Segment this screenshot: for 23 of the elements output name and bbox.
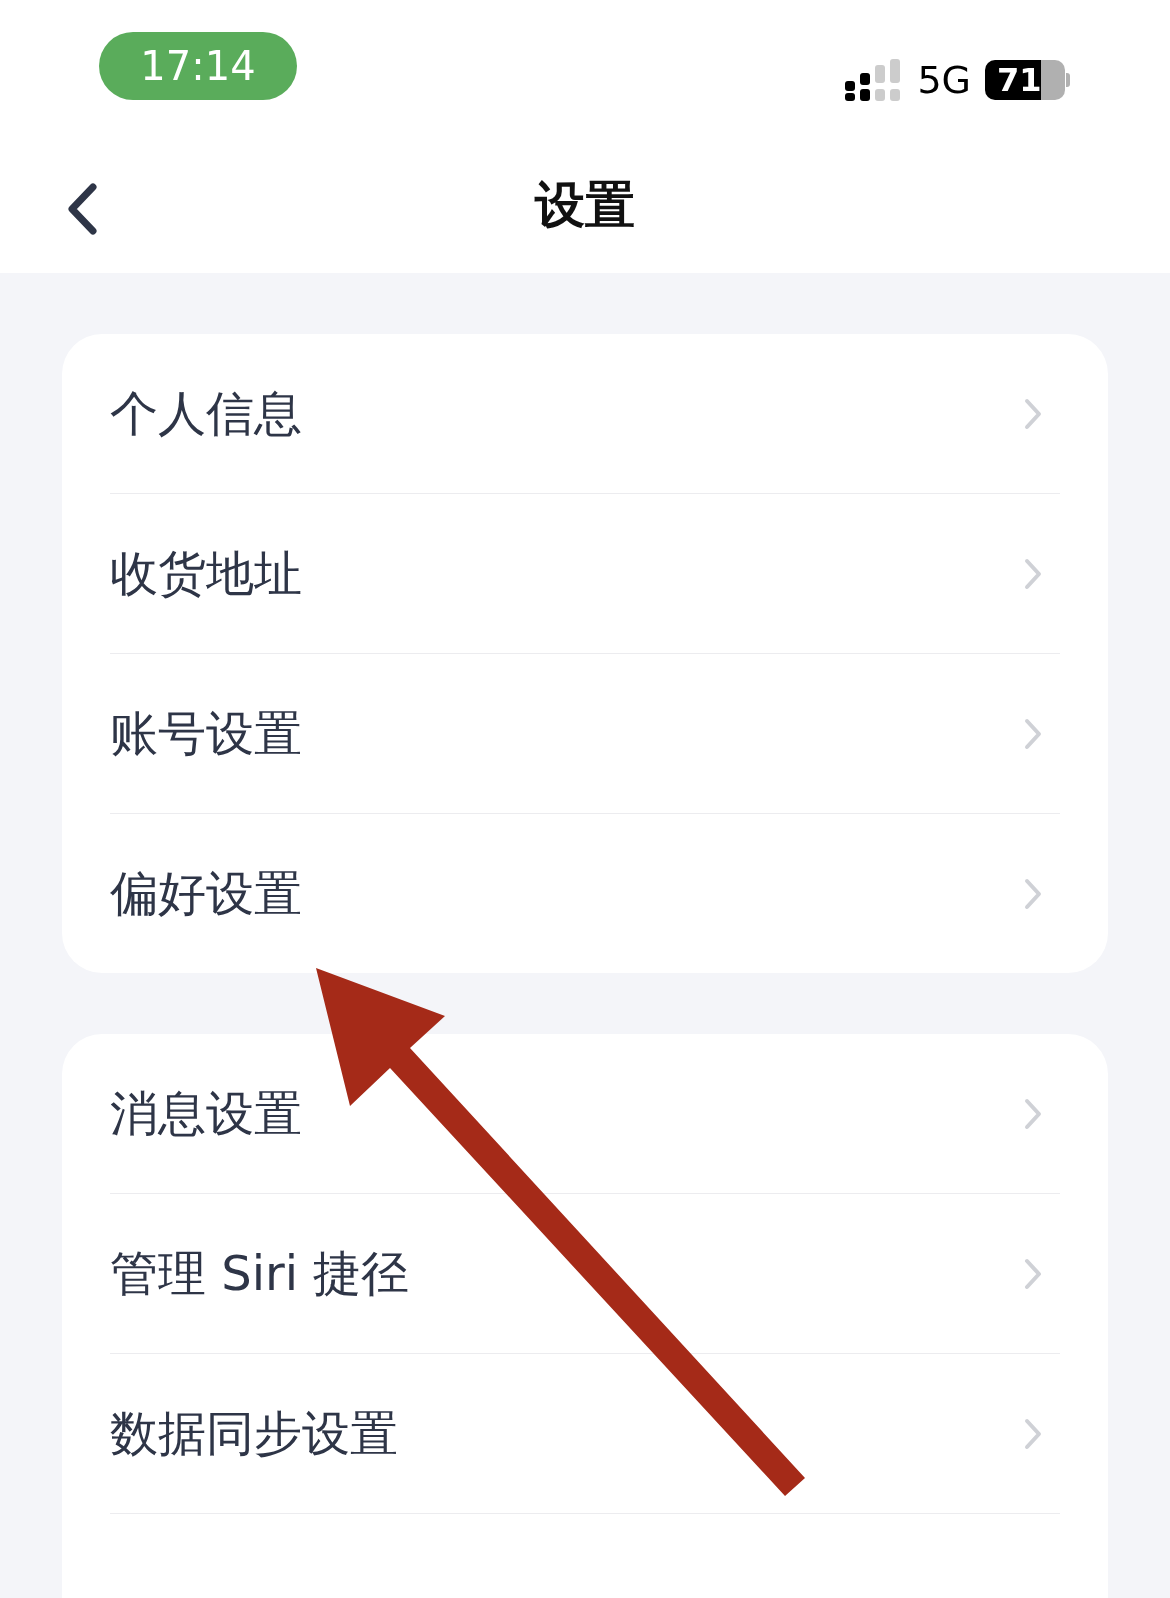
row-label: 账号设置 [110, 703, 302, 763]
settings-row[interactable]: 个人信息 [110, 334, 1060, 494]
row-label: 个人信息 [110, 383, 302, 443]
settings-row[interactable]: 偏好设置 [110, 814, 1060, 973]
battery-indicator: 71 [985, 60, 1065, 100]
row-label: 偏好设置 [110, 863, 302, 923]
chevron-icon [1024, 397, 1042, 430]
settings-row[interactable]: 收货地址 [110, 494, 1060, 654]
status-time: 17:14 [99, 32, 297, 100]
chevron-icon [1024, 717, 1042, 750]
chevron-icon [1024, 1257, 1042, 1290]
chevron-icon [1024, 1097, 1042, 1130]
page-title: 设置 [535, 174, 635, 236]
settings-row[interactable]: 账号设置 [110, 654, 1060, 814]
chevron-icon [1024, 557, 1042, 590]
back-icon[interactable] [66, 183, 98, 235]
row-label: 管理 Siri 捷径 [110, 1243, 410, 1303]
row-label: 数据同步设置 [110, 1403, 398, 1463]
row-label: 收货地址 [110, 543, 302, 603]
chevron-icon [1024, 1417, 1042, 1450]
chevron-icon [1024, 877, 1042, 910]
network-label: 5G [917, 58, 971, 102]
row-label: 消息设置 [110, 1083, 302, 1143]
